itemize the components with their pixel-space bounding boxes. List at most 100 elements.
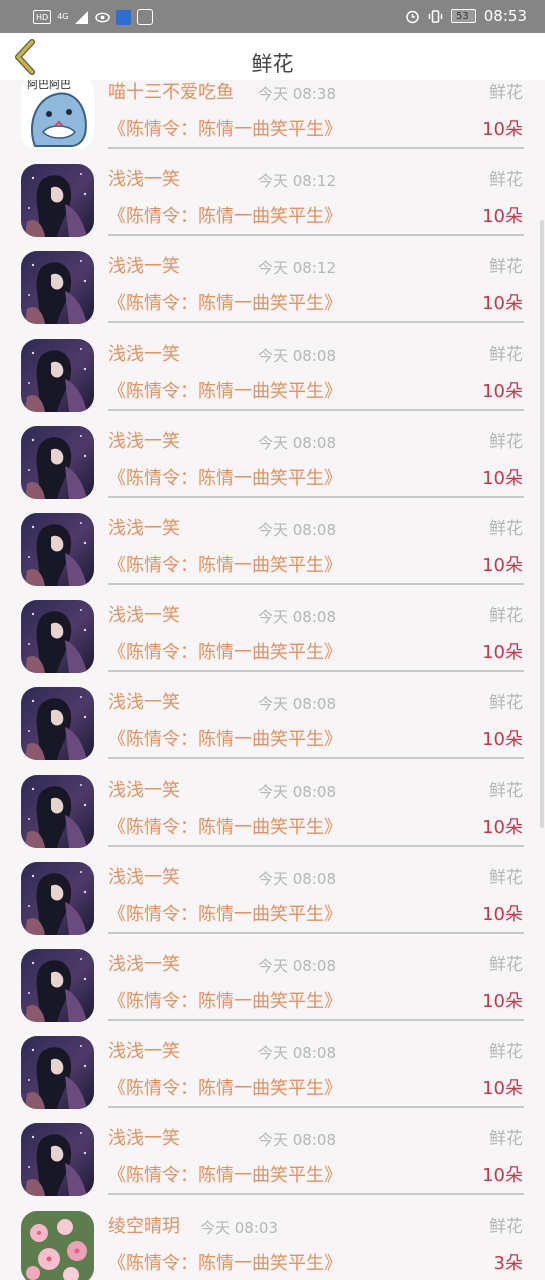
flower-count: 10朵 — [482, 555, 523, 576]
user-name[interactable]: 浅浅一笑 — [108, 691, 180, 715]
gift-row[interactable]: 浅浅一笑 今天 08:08 鲜花 《陈情令：陈情一曲笑平生》 10朵 — [0, 683, 545, 770]
flower-gift-list[interactable]: 阿巴阿巴 喵十三不爱吃鱼 今天 08:38 鲜花 《陈情令：陈情一曲笑平生》 10朵 浅浅一… — [0, 80, 545, 1280]
gift-time: 今天 08:08 — [258, 957, 336, 975]
anime-avatar-icon — [21, 251, 94, 325]
user-name[interactable]: 浅浅一笑 — [108, 517, 180, 541]
drama-title-link[interactable]: 《陈情令：陈情一曲笑平生》 — [108, 1077, 342, 1101]
row-divider — [108, 757, 524, 760]
gift-time: 今天 08:08 — [258, 1131, 336, 1150]
gift-type-label: 鲜花 — [489, 1042, 523, 1063]
gift-row[interactable]: 浅浅一笑 今天 08:08 鲜花 《陈情令：陈情一曲笑平生》 10朵 — [0, 945, 545, 1032]
drama-title-link[interactable]: 《陈情令：陈情一曲笑平生》 — [108, 641, 342, 665]
user-name[interactable]: 浅浅一笑 — [108, 168, 180, 192]
drama-title-link[interactable]: 《陈情令：陈情一曲笑平生》 — [108, 380, 342, 404]
anime-avatar-icon — [21, 949, 94, 1022]
drama-title-link[interactable]: 《陈情令：陈情一曲笑平生》 — [108, 816, 342, 840]
anime-avatar-icon — [21, 164, 94, 238]
network-4g-indicator: 4G — [57, 12, 69, 21]
user-name[interactable]: 喵十三不爱吃鱼 — [108, 81, 234, 105]
user-avatar[interactable] — [21, 251, 94, 325]
user-avatar[interactable] — [21, 425, 94, 499]
gift-row[interactable]: 浅浅一笑 今天 08:12 鲜花 《陈情令：陈情一曲笑平生》 10朵 — [0, 160, 545, 247]
gift-row[interactable]: 浅浅一笑 今天 08:08 鲜花 《陈情令：陈情一曲笑平生》 10朵 — [0, 771, 545, 858]
user-avatar[interactable] — [21, 949, 94, 1022]
user-name[interactable]: 浅浅一笑 — [108, 1040, 180, 1064]
flower-count: 10朵 — [482, 903, 523, 925]
user-name[interactable]: 浅浅一笑 — [108, 343, 180, 367]
user-name[interactable]: 浅浅一笑 — [108, 866, 180, 890]
status-right-icons: 53 08:53 — [405, 7, 527, 25]
user-name[interactable]: 浅浅一笑 — [108, 430, 180, 454]
flower-count: 10朵 — [482, 293, 523, 315]
user-name[interactable]: 浅浅一笑 — [108, 953, 180, 977]
user-avatar[interactable] — [21, 513, 94, 586]
user-avatar[interactable]: 阿巴阿巴 — [21, 80, 94, 149]
drama-title-link[interactable]: 《陈情令：陈情一曲笑平生》 — [108, 467, 342, 491]
flower-avatar-icon — [21, 1210, 94, 1280]
gift-row[interactable]: 浅浅一笑 今天 08:08 鲜花 《陈情令：陈情一曲笑平生》 10朵 — [0, 1119, 545, 1206]
drama-title-link[interactable]: 《陈情令：陈情一曲笑平生》 — [108, 1252, 342, 1276]
row-divider — [108, 147, 524, 149]
flower-count: 10朵 — [482, 1078, 523, 1100]
status-left-icons: HD 4G — [33, 9, 154, 25]
gift-row[interactable]: 阿巴阿巴 喵十三不爱吃鱼 今天 08:38 鲜花 《陈情令：陈情一曲笑平生》 10朵 — [0, 80, 545, 160]
alarm-icon — [406, 10, 419, 23]
drama-title-link[interactable]: 《陈情令：陈情一曲笑平生》 — [108, 118, 342, 142]
battery-indicator: 53 — [451, 9, 476, 23]
gift-type-label: 鲜花 — [489, 867, 523, 888]
gift-type-label: 鲜花 — [489, 606, 523, 627]
user-name[interactable]: 浅浅一笑 — [108, 604, 180, 628]
top-navigation-bar: 鲜花 — [0, 33, 545, 80]
gift-time: 今天 08:38 — [258, 85, 336, 103]
row-divider — [108, 234, 524, 237]
row-divider — [108, 321, 524, 324]
gift-type-label: 鲜花 — [489, 519, 523, 539]
gift-row[interactable]: 浅浅一笑 今天 08:08 鲜花 《陈情令：陈情一曲笑平生》 10朵 — [0, 596, 545, 683]
anime-avatar-icon — [21, 1036, 94, 1110]
gift-time: 今天 08:12 — [258, 259, 336, 278]
user-name[interactable]: 绫空晴玥 — [108, 1215, 180, 1239]
drama-title-link[interactable]: 《陈情令：陈情一曲笑平生》 — [108, 1164, 342, 1188]
gift-type-label: 鲜花 — [489, 1216, 523, 1237]
user-avatar[interactable] — [21, 861, 94, 935]
gift-time: 今天 08:08 — [258, 869, 336, 888]
gift-row[interactable]: 浅浅一笑 今天 08:08 鲜花 《陈情令：陈情一曲笑平生》 10朵 — [0, 1032, 545, 1119]
drama-title-link[interactable]: 《陈情令：陈情一曲笑平生》 — [108, 903, 342, 927]
status-time: 08:53 — [483, 7, 527, 25]
flower-count: 10朵 — [482, 206, 523, 228]
vibrate-icon — [428, 9, 443, 23]
user-name[interactable]: 浅浅一笑 — [108, 779, 180, 803]
user-avatar[interactable] — [21, 1036, 94, 1110]
gift-type-label: 鲜花 — [489, 170, 523, 191]
user-name[interactable]: 浅浅一笑 — [108, 1127, 180, 1151]
user-avatar[interactable] — [21, 774, 94, 848]
flower-count: 10朵 — [482, 816, 523, 838]
drama-title-link[interactable]: 《陈情令：陈情一曲笑平生》 — [108, 990, 342, 1014]
row-divider — [108, 931, 524, 934]
user-name[interactable]: 浅浅一笑 — [108, 255, 180, 279]
gift-type-label: 鲜花 — [489, 431, 523, 452]
drama-title-link[interactable]: 《陈情令：陈情一曲笑平生》 — [108, 728, 342, 752]
user-avatar[interactable] — [21, 338, 94, 412]
gift-row[interactable]: 浅浅一笑 今天 08:08 鲜花 《陈情令：陈情一曲笑平生》 10朵 — [0, 422, 545, 509]
gift-row[interactable]: 浅浅一笑 今天 08:08 鲜花 《陈情令：陈情一曲笑平生》 10朵 — [0, 335, 545, 422]
flower-count: 10朵 — [482, 1165, 523, 1187]
app-notification-icon — [116, 9, 132, 25]
list-scrollbar[interactable] — [540, 220, 544, 828]
gift-type-label: 鲜花 — [489, 693, 523, 714]
drama-title-link[interactable]: 《陈情令：陈情一曲笑平生》 — [108, 292, 342, 316]
gift-type-label: 鲜花 — [489, 344, 523, 365]
user-avatar[interactable] — [21, 1210, 94, 1280]
drama-title-link[interactable]: 《陈情令：陈情一曲笑平生》 — [108, 205, 342, 229]
gift-row[interactable]: 浅浅一笑 今天 08:12 鲜花 《陈情令：陈情一曲笑平生》 10朵 — [0, 247, 545, 334]
gift-row[interactable]: 浅浅一笑 今天 08:08 鲜花 《陈情令：陈情一曲笑平生》 10朵 — [0, 509, 545, 596]
user-avatar[interactable] — [21, 687, 94, 761]
user-avatar[interactable] — [21, 164, 94, 238]
row-divider — [108, 408, 524, 411]
user-avatar[interactable] — [21, 600, 94, 674]
gift-row[interactable]: 绫空晴玥 今天 08:03 鲜花 《陈情令：陈情一曲笑平生》 3朵 — [0, 1207, 545, 1280]
gift-row[interactable]: 浅浅一笑 今天 08:08 鲜花《陈情令：陈情一曲笑平生》 10朵 — [0, 858, 545, 945]
drama-title-link[interactable]: 《陈情令：陈情一曲笑平生》 — [108, 554, 342, 578]
shop-notification-icon — [137, 9, 154, 25]
user-avatar[interactable] — [21, 1123, 94, 1197]
